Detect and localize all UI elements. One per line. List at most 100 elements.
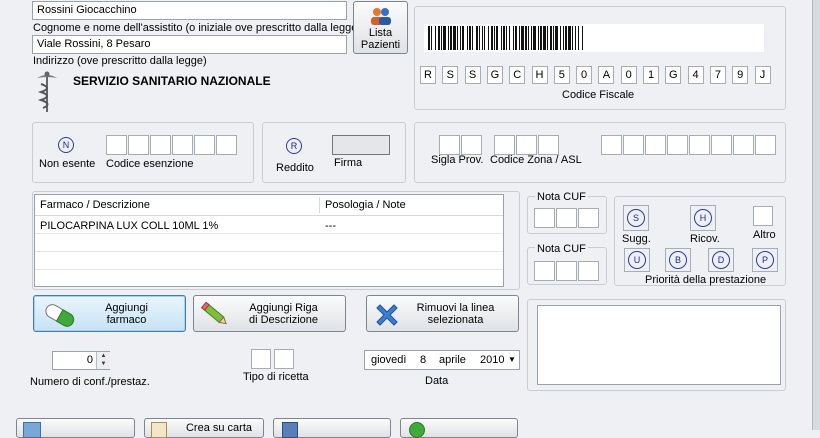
priority-d-radio[interactable]: D	[712, 251, 730, 269]
asl-code-cell[interactable]	[667, 135, 688, 155]
barcode-bar	[472, 26, 473, 50]
remove-line-label-2: selezionata	[427, 314, 484, 326]
codice-fiscale-char[interactable]: 7	[709, 66, 726, 84]
nota-cuf-cell[interactable]	[534, 208, 555, 228]
codice-fiscale-char[interactable]: G	[665, 66, 682, 84]
window-frame-edge	[812, 0, 820, 430]
codice-fiscale-char[interactable]: G	[486, 66, 503, 84]
codice-fiscale-char[interactable]: 0	[576, 66, 593, 84]
table-row[interactable]: PILOCARPINA LUX COLL 10ML 1% ---	[35, 216, 503, 234]
asl-code-cell[interactable]	[755, 135, 776, 155]
date-year: 2010	[480, 354, 505, 366]
barcode-bar	[550, 26, 552, 50]
zone-code-cell[interactable]	[494, 135, 515, 155]
barcode-bar	[428, 26, 430, 50]
codice-fiscale-char[interactable]: 9	[732, 66, 749, 84]
print-paper-button[interactable]: Crea su carta	[144, 418, 264, 438]
bottom-button-1[interactable]	[16, 418, 135, 438]
ricov-radio[interactable]: H	[694, 209, 712, 227]
priority-u-radio[interactable]: U	[628, 251, 646, 269]
column-header-drug[interactable]: Farmaco / Descrizione	[40, 199, 150, 211]
asl-code-cell[interactable]	[711, 135, 732, 155]
exemption-code-cell[interactable]	[106, 135, 127, 155]
codice-fiscale-char[interactable]: 4	[687, 66, 704, 84]
nota-cuf-cell[interactable]	[556, 208, 577, 228]
barcode-bar	[506, 26, 507, 50]
asl-code-cell[interactable]	[733, 135, 754, 155]
patient-list-button[interactable]: Lista Pazienti	[353, 1, 408, 54]
firma-box[interactable]	[332, 135, 390, 155]
codice-fiscale-char[interactable]: 5	[553, 66, 570, 84]
bottom-button-3[interactable]	[273, 418, 391, 438]
chevron-down-icon[interactable]: ▼	[97, 360, 110, 368]
note-textarea[interactable]	[537, 305, 781, 385]
ricov-label: Ricov.	[690, 233, 720, 245]
print-paper-label: Crea su carta	[185, 422, 253, 434]
nota-cuf-cell[interactable]	[578, 208, 599, 228]
reddito-radio[interactable]: R	[286, 138, 302, 154]
add-description-button[interactable]: Aggiungi Riga di Descrizione	[193, 295, 346, 332]
asl-code-cell[interactable]	[645, 135, 666, 155]
barcode-bar	[435, 26, 436, 50]
dosage-cell: ---	[325, 220, 336, 232]
add-drug-label-2: farmaco	[106, 314, 147, 326]
altro-checkbox[interactable]	[753, 206, 773, 226]
province-code-cell[interactable]	[461, 135, 482, 155]
exemption-code-cell[interactable]	[172, 135, 193, 155]
codice-fiscale-char[interactable]: S	[464, 66, 481, 84]
codice-fiscale-char[interactable]: H	[531, 66, 548, 84]
nota-cuf-cell[interactable]	[556, 261, 577, 281]
chevron-up-icon[interactable]: ▲	[97, 352, 110, 360]
barcode-bar	[491, 26, 493, 50]
stepper-buttons[interactable]: ▲ ▼	[96, 352, 110, 369]
asl-code-cell[interactable]	[623, 135, 644, 155]
asl-code-cell[interactable]	[689, 135, 710, 155]
codice-fiscale-char[interactable]: 1	[643, 66, 659, 84]
non-esente-radio[interactable]: N	[58, 137, 74, 153]
chevron-down-icon[interactable]: ▼	[508, 355, 516, 364]
column-header-dosage[interactable]: Posologia / Note	[325, 199, 406, 211]
sigla-prov-label: Sigla Prov.	[431, 154, 484, 166]
exemption-code-cell[interactable]	[128, 135, 149, 155]
barcode-bar	[572, 26, 573, 50]
codice-fiscale-char[interactable]: S	[442, 66, 459, 84]
drug-table[interactable]: Farmaco / Descrizione Posologia / Note P…	[34, 194, 504, 287]
nota-cuf-cell[interactable]	[578, 261, 599, 281]
bottom-button-4[interactable]	[400, 418, 518, 438]
codice-zona-label: Codice Zona / ASL	[490, 154, 582, 166]
remove-line-button[interactable]: Rimuovi la linea selezionata	[366, 295, 519, 332]
barcode-bar	[540, 26, 542, 50]
exemption-code-cell[interactable]	[150, 135, 171, 155]
province-code-cell[interactable]	[439, 135, 460, 155]
zone-code-cell[interactable]	[538, 135, 559, 155]
ricetta-type-cell-2[interactable]	[274, 349, 294, 369]
exemption-code-cell[interactable]	[194, 135, 215, 155]
add-drug-button[interactable]: Aggiungi farmaco	[33, 295, 186, 332]
barcode-bar	[453, 26, 456, 50]
table-row-empty[interactable]	[35, 270, 503, 287]
table-row-empty[interactable]	[35, 252, 503, 270]
patient-name-field[interactable]: Rossini Giocacchino	[32, 1, 347, 20]
barcode-bar	[582, 26, 583, 50]
codice-fiscale-char[interactable]: C	[509, 66, 526, 84]
codice-fiscale-char[interactable]: 0	[620, 66, 637, 84]
nota-cuf-cell[interactable]	[534, 261, 555, 281]
priority-b-radio[interactable]: B	[669, 251, 687, 269]
asl-code-cell[interactable]	[601, 135, 622, 155]
date-picker[interactable]: giovedì 8 aprile 2010 ▼	[364, 350, 520, 370]
table-row-empty[interactable]	[35, 234, 503, 252]
exemption-code-cell[interactable]	[216, 135, 237, 155]
pencil-icon	[200, 301, 230, 329]
codice-fiscale-char[interactable]: R	[420, 66, 436, 84]
drug-cell: PILOCARPINA LUX COLL 10ML 1%	[40, 220, 219, 232]
codice-fiscale-char[interactable]: J	[754, 66, 771, 84]
priority-p-radio[interactable]: P	[756, 251, 774, 269]
barcode-bar	[460, 26, 461, 50]
ricetta-type-cell-1[interactable]	[251, 349, 271, 369]
barcode-bar	[578, 26, 579, 50]
codice-fiscale-char[interactable]: A	[598, 66, 615, 84]
barcode-bar	[533, 26, 536, 50]
patient-address-field[interactable]: Viale Rossini, 8 Pesaro	[32, 35, 347, 54]
drug-table-header: Farmaco / Descrizione Posologia / Note	[35, 195, 503, 216]
zone-code-cell[interactable]	[516, 135, 537, 155]
